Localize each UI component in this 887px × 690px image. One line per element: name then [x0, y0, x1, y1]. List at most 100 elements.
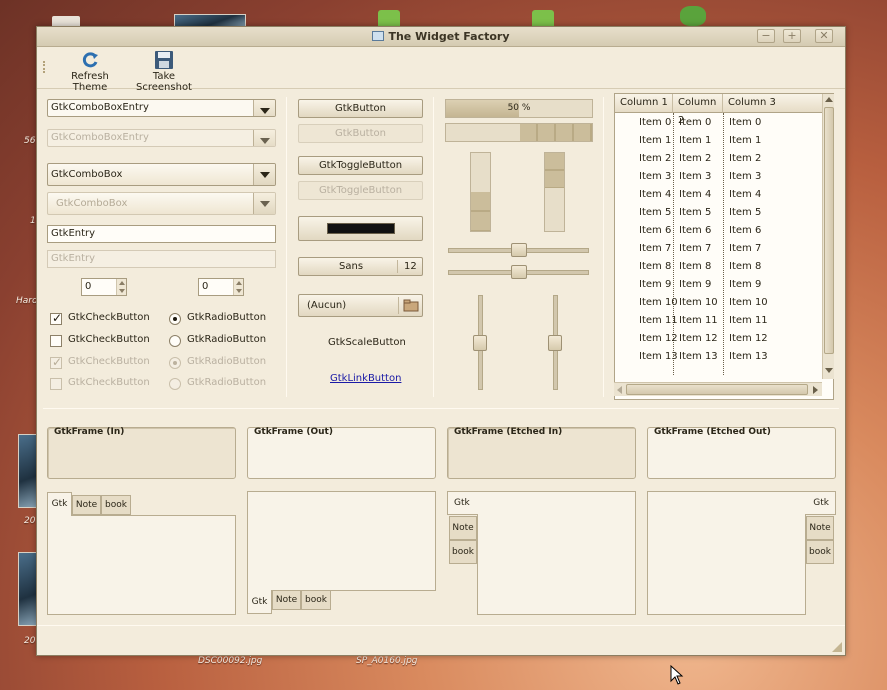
tree-row[interactable]: Item 8 Item 8 Item 8 — [615, 258, 815, 276]
tree-row[interactable]: Item 3 Item 3 Item 3 — [615, 168, 815, 186]
notebook-left-page — [477, 491, 636, 615]
spin-arrows-icon[interactable] — [116, 279, 126, 295]
refresh-theme-label: Refresh Theme — [71, 71, 109, 93]
tree-cell: Item 0 — [639, 117, 672, 128]
gtk-button[interactable]: GtkButton — [298, 99, 423, 118]
tree-horizontal-scroll-thumb[interactable] — [626, 384, 808, 395]
toggle-button[interactable]: GtkToggleButton — [298, 156, 423, 175]
resize-grip-icon[interactable] — [832, 642, 842, 652]
chevron-down-icon — [253, 164, 275, 185]
tree-row[interactable]: Item 10 Item 10 Item 10 — [615, 294, 815, 312]
radio-button-1-label[interactable]: GtkRadioButton — [187, 312, 266, 323]
scroll-right-icon[interactable] — [813, 386, 818, 394]
text-entry[interactable]: GtkEntry — [47, 225, 276, 243]
vertical-scale-1-slider[interactable] — [473, 335, 487, 351]
notebook-top-tab-book[interactable]: book — [101, 495, 131, 515]
check-button-1-label[interactable]: GtkCheckButton — [68, 312, 150, 323]
spin-button-1[interactable]: 0 — [81, 278, 127, 296]
take-screenshot-button[interactable]: Take Screenshot — [129, 51, 199, 93]
color-button[interactable] — [298, 216, 423, 241]
column-header-3[interactable]: Column 3 — [723, 94, 823, 113]
tree-vertical-scroll-thumb[interactable] — [824, 107, 834, 354]
tree-cell: Item 5 — [639, 207, 672, 218]
font-button[interactable]: Sans 12 — [298, 257, 423, 276]
tree-vertical-scrollbar[interactable] — [822, 94, 834, 379]
separator-2 — [433, 97, 434, 397]
notebook-left-tab-book[interactable]: book — [449, 540, 477, 564]
file-chooser-button[interactable]: (Aucun) — [298, 294, 423, 317]
tree-row[interactable]: Item 12 Item 12 Item 12 — [615, 330, 815, 348]
frame-etched-in-title: GtkFrame (Etched In) — [454, 427, 563, 437]
maximize-button[interactable]: + — [783, 29, 801, 43]
frame-etched-in: GtkFrame (Etched In) — [447, 427, 636, 479]
tree-row[interactable]: Item 0 Item 0 Item 0 — [615, 114, 815, 132]
tree-row[interactable]: Item 2 Item 2 Item 2 — [615, 150, 815, 168]
desktop-left-label-2: 1 — [30, 216, 36, 226]
toolbar-grip[interactable] — [43, 61, 47, 73]
notebook-left-tab-note[interactable]: Note — [449, 516, 477, 540]
tree-cell: Item 8 — [679, 261, 712, 272]
tree-row[interactable]: Item 7 Item 7 Item 7 — [615, 240, 815, 258]
tree-row[interactable]: Item 13 Item 13 Item 13 — [615, 348, 815, 366]
notebook-top-tab-gtk[interactable]: Gtk — [47, 492, 72, 516]
check-button-1-box[interactable] — [50, 311, 62, 325]
radio-button-2-label[interactable]: GtkRadioButton — [187, 334, 266, 345]
radio-button-2-circle[interactable] — [169, 335, 181, 347]
tree-row[interactable]: Item 11 Item 11 Item 11 — [615, 312, 815, 330]
chevron-down-icon[interactable] — [253, 100, 275, 116]
tree-row[interactable]: Item 6 Item 6 Item 6 — [615, 222, 815, 240]
scale-button[interactable]: GtkScaleButton — [328, 337, 406, 348]
scroll-up-icon[interactable] — [825, 97, 833, 102]
close-button[interactable]: ✕ — [815, 29, 833, 43]
radio-button-1-circle[interactable] — [169, 313, 181, 325]
tree-row[interactable]: Item 5 Item 5 Item 5 — [615, 204, 815, 222]
combo-box[interactable]: GtkComboBox — [47, 163, 276, 186]
window-app-icon — [372, 31, 385, 41]
scroll-down-icon[interactable] — [825, 368, 833, 373]
column-header-2[interactable]: Column 2 — [673, 94, 723, 126]
notebook-bottom-tab-note[interactable]: Note — [272, 590, 301, 610]
refresh-theme-button[interactable]: Refresh Theme — [55, 51, 125, 93]
tree-row[interactable]: Item 4 Item 4 Item 4 — [615, 186, 815, 204]
link-button[interactable]: GtkLinkButton — [330, 373, 401, 384]
notebook-left-tab-gtk[interactable]: Gtk — [447, 491, 478, 515]
tree-cell: Item 8 — [639, 261, 672, 272]
tree-horizontal-scrollbar[interactable] — [614, 382, 822, 396]
spin-button-2[interactable]: 0 — [198, 278, 244, 296]
desktop-green-gem-icon[interactable] — [680, 6, 706, 26]
notebook-top-tab-note[interactable]: Note — [72, 495, 101, 515]
combo-box-entry[interactable]: GtkComboBoxEntry — [47, 99, 276, 117]
tree-row[interactable]: Item 1 Item 1 Item 1 — [615, 132, 815, 150]
desktop-thumbnail-left-2[interactable] — [18, 552, 38, 626]
combo-box-entry-text: GtkComboBoxEntry — [51, 102, 149, 113]
tree-view[interactable]: Column 1 Column 2 Column 3 Item 0 Item 0I… — [614, 93, 834, 400]
notebook-right-tab-gtk[interactable]: Gtk — [805, 491, 836, 515]
notebook-right-tab-note[interactable]: Note — [806, 516, 834, 540]
notebook-bottom-tab-gtk[interactable]: Gtk — [247, 590, 272, 614]
vertical-scale-2-slider[interactable] — [548, 335, 562, 351]
scroll-left-icon[interactable] — [617, 386, 622, 394]
column-header-1[interactable]: Column 1 — [615, 94, 673, 113]
minimize-button[interactable]: − — [757, 29, 775, 43]
radio-button-3-label: GtkRadioButton — [187, 356, 267, 367]
frame-out-title: GtkFrame (Out) — [254, 427, 333, 437]
tree-cell: Item 2 — [679, 153, 712, 164]
check-button-2-box[interactable] — [50, 335, 62, 347]
horizontal-scale-2-slider[interactable] — [511, 265, 527, 279]
horizontal-scale-1-slider[interactable] — [511, 243, 527, 257]
folder-icon — [403, 299, 419, 312]
tree-cell: Item 9 — [639, 279, 672, 290]
tree-cell: Item 1 — [729, 135, 762, 146]
tree-cell: Item 12 — [729, 333, 768, 344]
tree-cell: Item 1 — [679, 135, 712, 146]
notebook-right-tab-book[interactable]: book — [806, 540, 834, 564]
progress-bar-horizontal: 50 % — [445, 99, 593, 118]
tree-row[interactable]: Item 9 Item 9 Item 9 — [615, 276, 815, 294]
check-button-2-label[interactable]: GtkCheckButton — [68, 334, 150, 345]
spin-arrows-icon[interactable] — [233, 279, 243, 295]
tree-cell: Item 5 — [729, 207, 762, 218]
notebook-bottom-tab-book[interactable]: book — [301, 590, 331, 610]
toggle-button-disabled: GtkToggleButton — [298, 181, 423, 200]
desktop-thumbnail-left-1[interactable] — [18, 434, 38, 508]
title-bar[interactable]: The Widget Factory − + ✕ — [37, 27, 845, 47]
